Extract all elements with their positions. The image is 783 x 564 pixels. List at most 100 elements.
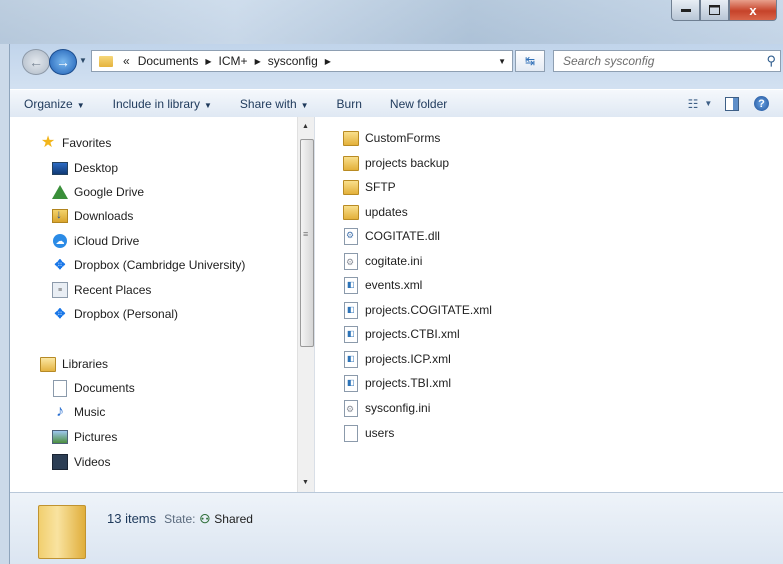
nav-item-pictures[interactable]: Pictures [52,426,117,448]
list-item[interactable]: projects.ICP.xml [343,348,451,370]
nav-libraries-label: Libraries [62,357,109,371]
caption-buttons: x [671,0,777,21]
xml-file-icon [343,374,359,392]
breadcrumb-icm[interactable]: ICM+ [215,54,252,68]
breadcrumb-separator-icon[interactable]: ▶ [322,57,334,66]
refresh-button[interactable]: ↹ [515,50,545,72]
pictures-icon [52,429,68,445]
dropbox-icon: ✥ [54,306,66,321]
list-item[interactable]: projects.TBI.xml [343,372,451,394]
nav-libraries-header[interactable]: Libraries [40,353,108,375]
nav-item-label: Music [74,405,106,419]
back-arrow-icon: ← [29,54,43,70]
nav-favorites-header[interactable]: ★ Favorites [40,132,112,154]
nav-item-recent-places[interactable]: ≡ Recent Places [52,279,151,301]
nav-item-downloads[interactable]: Downloads [52,205,133,227]
xml-file-icon [343,350,359,368]
nav-item-google-drive[interactable]: Google Drive [52,181,144,203]
address-dropdown-icon[interactable]: ▼ [492,57,512,66]
nav-item-label: Dropbox (Cambridge University) [74,258,246,272]
back-button[interactable]: ← [22,49,50,75]
nav-item-label: Google Drive [74,185,145,199]
breadcrumb-separator-icon[interactable]: ▶ [252,57,264,66]
list-item[interactable]: users [343,422,394,444]
window-frame [0,44,10,564]
breadcrumb-separator-icon[interactable]: ▶ [202,57,214,66]
breadcrumb-sysconfig[interactable]: sysconfig [264,54,322,68]
nav-item-documents[interactable]: Documents [52,377,135,399]
breadcrumb-documents[interactable]: Documents [134,54,203,68]
nav-item-label: Desktop [74,161,119,175]
nav-scrollbar[interactable]: ▲ ≡ ▼ [297,117,315,492]
title-bar[interactable] [0,0,783,44]
scroll-grip-icon: ≡ [303,229,309,239]
libraries-icon [40,356,56,372]
nav-item-dropbox-personal[interactable]: ✥ Dropbox (Personal) [52,303,179,325]
list-item[interactable]: COGITATE.dll [343,225,440,247]
search-placeholder: Search sysconfig [563,54,655,68]
search-icon[interactable]: ⚲ [766,53,776,69]
address-bar[interactable]: « Documents ▶ ICM+ ▶ sysconfig ▶ ▼ [91,50,513,72]
documents-icon [52,379,68,397]
file-name: projects.ICP.xml [365,352,451,366]
scroll-up-icon[interactable]: ▲ [302,123,309,130]
burn-button[interactable]: Burn [323,97,376,111]
recent-pages-dropdown-icon[interactable]: ▼ [79,56,87,65]
folder-icon [343,155,359,171]
nav-item-desktop[interactable]: Desktop [52,157,118,179]
ini-file-icon [343,399,359,417]
nav-item-music[interactable]: ♪ Music [52,401,105,423]
list-item[interactable]: projects backup [343,152,449,174]
list-item[interactable]: projects.CTBI.xml [343,323,460,345]
nav-item-dropbox-cambridge[interactable]: ✥ Dropbox (Cambridge University) [52,254,246,276]
maximize-icon [709,5,720,15]
new-folder-button[interactable]: New folder [376,97,461,111]
include-in-library-button[interactable]: Include in library ▼ [99,97,226,111]
search-input[interactable]: Search sysconfig ⚲ [553,50,781,72]
downloads-icon [52,207,68,224]
state-label: State: [164,511,196,526]
xml-file-icon [343,325,359,343]
shared-users-icon: ⚇ [199,511,211,526]
help-icon: ? [758,97,765,110]
change-view-button[interactable]: ☷ ▼ [688,96,713,112]
nav-item-icloud-drive[interactable]: ☁ iCloud Drive [52,230,139,252]
view-controls: ☷ ▼ ? [684,96,783,112]
file-name: COGITATE.dll [365,229,440,243]
maximize-button[interactable] [700,0,729,21]
close-button[interactable]: x [729,0,777,21]
cloud-icon: ☁ [52,233,68,249]
breadcrumb-overflow[interactable]: « [119,54,134,68]
nav-item-videos[interactable]: Videos [52,451,110,473]
scroll-thumb[interactable] [300,139,314,347]
nav-item-label: Recent Places [74,283,152,297]
recent-places-icon: ≡ [52,282,68,298]
list-item[interactable]: CustomForms [343,127,440,149]
list-item[interactable]: events.xml [343,274,422,296]
help-button[interactable]: ? [754,96,769,111]
preview-pane-button[interactable] [720,96,744,112]
minimize-button[interactable] [671,0,700,21]
explorer-window: x ← → ▼ « Documents ▶ ICM+ ▶ sysconfig ▶… [0,0,783,564]
file-name: CustomForms [365,131,441,145]
list-item[interactable]: projects.COGITATE.xml [343,299,492,321]
list-item[interactable]: SFTP [343,176,396,198]
nav-item-label: Documents [74,381,135,395]
forward-button[interactable]: → [49,49,77,75]
list-item[interactable]: cogitate.ini [343,250,422,272]
music-icon: ♪ [56,403,64,420]
minimize-icon [680,9,691,12]
state-value: Shared [214,511,253,526]
scroll-down-icon[interactable]: ▼ [302,479,309,486]
nav-item-label: Pictures [74,430,118,444]
folder-icon [343,130,359,146]
list-item[interactable]: updates [343,201,408,223]
share-with-button[interactable]: Share with ▼ [226,97,323,111]
file-name: events.xml [365,278,423,292]
file-name: cogitate.ini [365,254,423,268]
folder-icon [99,55,113,67]
xml-file-icon [343,276,359,294]
folder-icon [343,204,359,220]
organize-button[interactable]: Organize ▼ [10,97,99,111]
list-item[interactable]: sysconfig.ini [343,397,430,419]
